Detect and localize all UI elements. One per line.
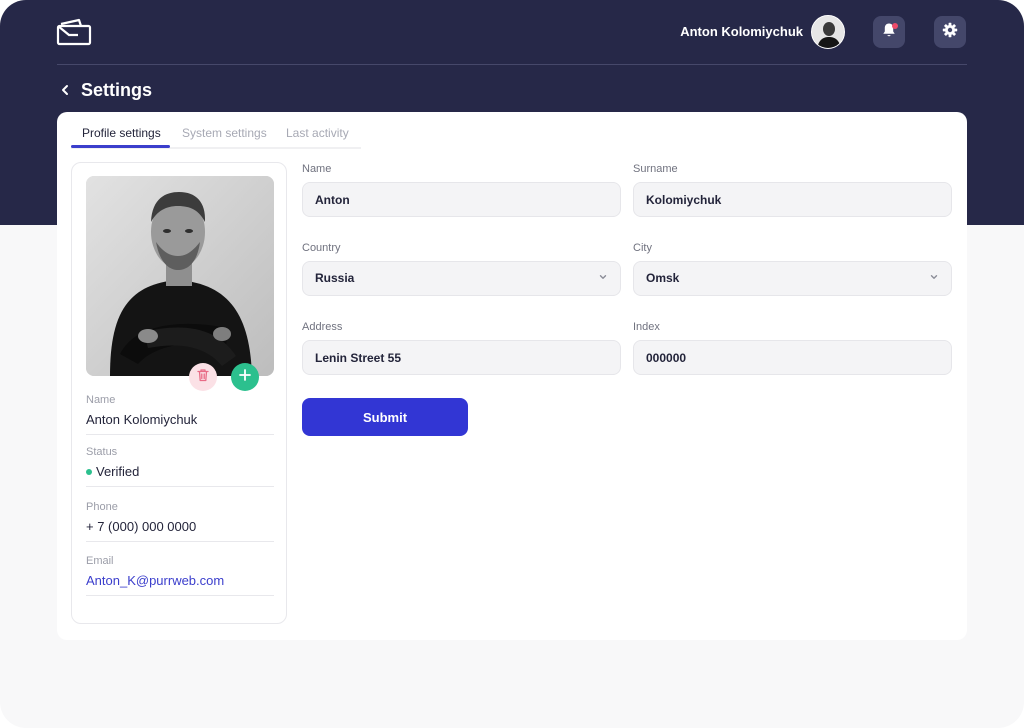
settings-card: Profile settings System settings Last ac… bbox=[57, 112, 967, 640]
notification-dot bbox=[892, 23, 898, 29]
profile-email-label: Email bbox=[86, 555, 114, 567]
header-divider bbox=[57, 64, 967, 65]
profile-phone-block: Phone + 7 (000) 000 0000 bbox=[86, 500, 274, 542]
profile-panel: Name Anton Kolomiychuk Status Verified P… bbox=[71, 162, 287, 624]
plus-icon bbox=[239, 368, 251, 386]
wallet-logo-icon[interactable] bbox=[56, 18, 92, 46]
tab-bar: Profile settings System settings Last ac… bbox=[71, 112, 361, 149]
page-title: Settings bbox=[81, 80, 153, 100]
index-field[interactable] bbox=[633, 340, 952, 375]
name-field[interactable] bbox=[302, 182, 621, 217]
app-frame: Anton Kolomiychuk Settings Profile setti… bbox=[0, 0, 1024, 728]
profile-phone-label: Phone bbox=[86, 501, 118, 513]
city-label: City bbox=[633, 242, 652, 254]
tab-system-settings[interactable]: System settings bbox=[182, 126, 267, 140]
profile-email-link[interactable]: Anton_K@purrweb.com bbox=[86, 573, 274, 595]
header-user-name[interactable]: Anton Kolomiychuk bbox=[680, 24, 803, 40]
city-select[interactable]: Omsk bbox=[633, 261, 952, 296]
settings-button[interactable] bbox=[934, 16, 966, 48]
submit-button[interactable]: Submit bbox=[302, 398, 468, 436]
surname-label: Surname bbox=[633, 163, 678, 175]
profile-name-value: Anton Kolomiychuk bbox=[86, 412, 198, 427]
index-label: Index bbox=[633, 321, 660, 333]
profile-status-row: Verified bbox=[86, 464, 274, 486]
surname-field[interactable] bbox=[633, 182, 952, 217]
profile-photo bbox=[86, 176, 274, 376]
profile-name-block: Name Anton Kolomiychuk bbox=[86, 393, 274, 435]
address-label: Address bbox=[302, 321, 343, 333]
delete-photo-button[interactable] bbox=[189, 363, 217, 391]
country-select[interactable]: Russia bbox=[302, 261, 621, 296]
address-field[interactable] bbox=[302, 340, 621, 375]
profile-phone-value: + 7 (000) 000 0000 bbox=[86, 519, 197, 534]
status-badge bbox=[86, 468, 92, 475]
city-value: Omsk bbox=[646, 271, 680, 285]
profile-status-label: Status bbox=[86, 446, 118, 458]
active-tab-indicator bbox=[71, 145, 170, 148]
country-value: Russia bbox=[315, 271, 355, 285]
chevron-left-icon[interactable] bbox=[58, 80, 74, 100]
profile-email-block: Email Anton_K@purrweb.com bbox=[86, 554, 274, 596]
chevron-down-icon bbox=[598, 262, 608, 295]
country-label: Country bbox=[302, 242, 341, 254]
chevron-down-icon bbox=[929, 262, 939, 295]
profile-name-label: Name bbox=[86, 394, 116, 406]
tab-profile-settings[interactable]: Profile settings bbox=[82, 126, 161, 140]
name-label: Name bbox=[302, 163, 332, 175]
notifications-button[interactable] bbox=[873, 16, 905, 48]
tab-last-activity[interactable]: Last activity bbox=[286, 126, 349, 140]
trash-icon bbox=[196, 368, 210, 387]
avatar[interactable] bbox=[811, 15, 845, 49]
profile-status-value: Verified bbox=[96, 464, 140, 479]
gear-icon bbox=[942, 22, 958, 43]
add-photo-button[interactable] bbox=[231, 363, 259, 391]
profile-status-block: Status Verified bbox=[86, 445, 274, 487]
